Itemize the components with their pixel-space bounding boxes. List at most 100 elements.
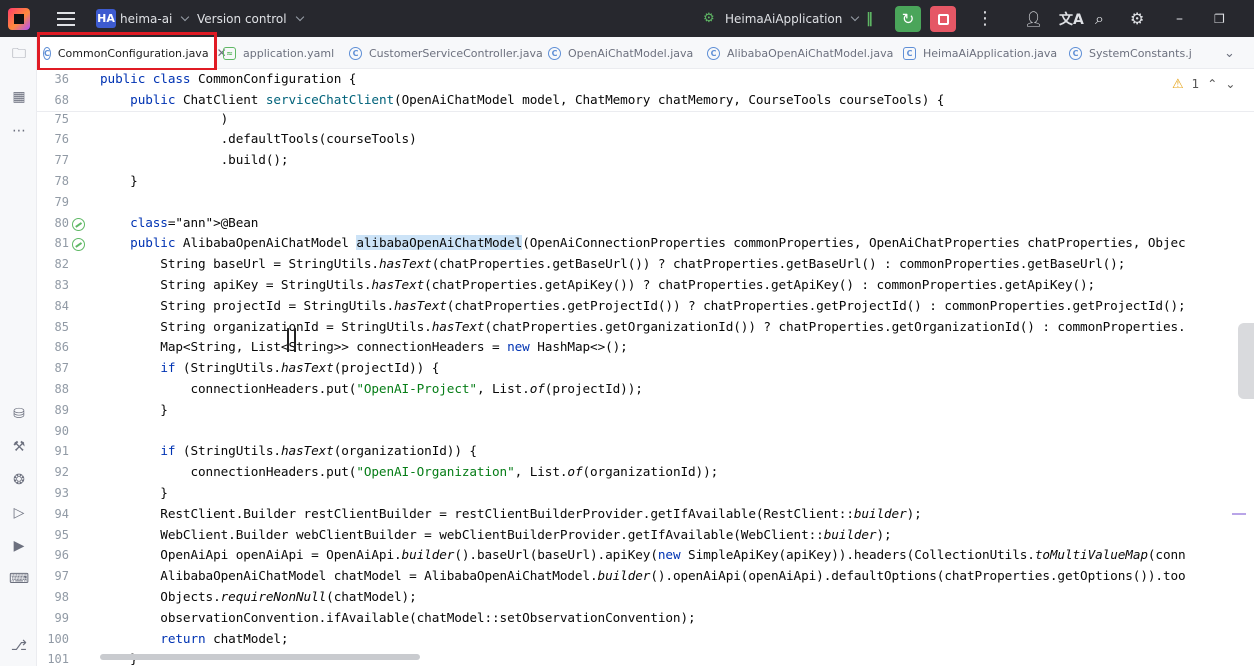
warning-icon: ⚠ (1172, 76, 1184, 92)
search-icon[interactable]: ⌕ (1095, 0, 1104, 37)
code-line: connectionHeaders.put("OpenAI-Organizati… (100, 464, 719, 480)
tab-label: SystemConstants.j (1089, 46, 1192, 60)
line-number: 100 (47, 631, 69, 646)
terminal-icon[interactable]: ⌨ (9, 569, 29, 589)
line-number: 82 (54, 257, 69, 272)
code-line: public ChatClient serviceChatClient(Open… (130, 92, 945, 107)
code-line: Objects.requireNonNull(chatModel); (100, 588, 417, 604)
structure-icon[interactable]: ▦ (9, 87, 29, 107)
tool-window-strip: 🗀︎ ▦ ⋯ ⛁ ⚒ ❂ ▷ ▶︎ ⌨ ⎇ (0, 37, 37, 666)
line-number: 85 (54, 319, 69, 334)
code-line: if (StringUtils.hasText(projectId)) { (160, 360, 440, 376)
code-line: if (StringUtils.hasText(organizationId))… (160, 443, 477, 459)
line-number: 75 (54, 111, 69, 126)
code-line: String projectId = StringUtils.hasText(c… (100, 297, 1186, 313)
line-number: 77 (54, 153, 69, 168)
code-line: } (100, 401, 168, 417)
more-actions-icon[interactable]: ⋮ (976, 0, 994, 37)
line-number: 36 (54, 72, 69, 86)
line-number: 68 (54, 93, 69, 107)
code-line: class="ann">@Bean (130, 214, 259, 230)
line-number: 97 (54, 569, 69, 584)
tab-label: application.yaml (243, 46, 335, 60)
tab-heima-ai-application[interactable]: C HeimaAiApplication.java (903, 37, 1057, 69)
bug-icon[interactable]: ❂ (9, 470, 29, 490)
line-number: 81 (54, 236, 69, 251)
line-number: 89 (54, 402, 69, 417)
line-number: 88 (54, 381, 69, 396)
sticky-scroll-header[interactable]: 36 public class CommonConfiguration { 68… (37, 70, 1254, 112)
java-class-icon: C (707, 46, 720, 60)
line-number: 84 (54, 298, 69, 313)
tab-list-chevron-icon[interactable]: ⌄ (1224, 37, 1235, 69)
project-badge[interactable]: HA (96, 9, 116, 28)
line-number: 98 (54, 589, 69, 604)
version-control-label: Version control (197, 11, 287, 26)
spring-run-config-icon: ⚙ (703, 11, 715, 26)
stop-button[interactable] (930, 6, 956, 32)
rerun-button[interactable]: ↻ (895, 6, 921, 32)
java-class-icon: C (548, 46, 561, 60)
tab-common-configuration[interactable]: C CommonConfiguration.java ✕ (37, 37, 227, 69)
code-line: } (100, 172, 138, 188)
build-hammer-icon[interactable]: ⚒ (9, 437, 29, 457)
tab-alibaba-openai-chat-model[interactable]: C AlibabaOpenAiChatModel.java (707, 37, 893, 69)
run-icon[interactable]: ▶︎ (9, 536, 29, 556)
code-line: WebClient.Builder webClientBuilder = web… (100, 526, 892, 542)
code-line: public AlibabaOpenAiChatModel alibabaOpe… (130, 235, 1186, 251)
code-line: String organizationId = StringUtils.hasT… (100, 318, 1186, 334)
project-name-label: heima-ai (120, 11, 173, 26)
scrollbar-handle[interactable] (1238, 323, 1254, 399)
minimize-window-icon[interactable]: – (1176, 0, 1183, 37)
restore-window-icon[interactable]: ❐ (1214, 0, 1225, 37)
chevron-down-icon (295, 12, 304, 21)
tab-system-constants[interactable]: C SystemConstants.j (1069, 37, 1192, 69)
warning-count: 1 (1191, 77, 1200, 91)
horizontal-scrollbar[interactable] (100, 654, 420, 660)
translate-icon[interactable]: 文A (1059, 0, 1084, 37)
text-cursor-icon (287, 328, 296, 352)
code-with-me-icon[interactable]: 👤︎ (1024, 0, 1043, 37)
next-highlight-icon[interactable]: ⌄ (1225, 77, 1235, 91)
chevron-down-icon (851, 12, 860, 21)
tab-label: HeimaAiApplication.java (923, 46, 1058, 60)
git-branch-icon[interactable]: ⎇ (9, 636, 29, 656)
java-class-icon: C (349, 46, 362, 60)
code-line: .defaultTools(courseTools) (100, 131, 417, 147)
version-control-menu[interactable]: Version control (197, 0, 304, 37)
spring-bean-gutter-icon[interactable] (72, 217, 85, 231)
main-menu-icon[interactable] (56, 0, 76, 37)
tab-label: CommonConfiguration.java (57, 46, 209, 60)
yaml-icon: ≈ (223, 46, 236, 60)
run-configuration-label: HeimaAiApplication (725, 11, 843, 26)
debug-icon[interactable]: ‖ (866, 0, 873, 37)
intellij-logo-icon[interactable] (8, 8, 30, 30)
chevron-down-icon (181, 12, 190, 21)
line-number: 83 (54, 277, 69, 292)
code-line: OpenAiApi openAiApi = OpenAiApi.builder(… (100, 547, 1186, 563)
run-configuration-selector[interactable]: HeimaAiApplication (725, 0, 860, 37)
settings-gear-icon[interactable]: ⚙ (1130, 0, 1144, 37)
spring-app-icon: C (903, 46, 916, 60)
line-number: 91 (54, 444, 69, 459)
line-number: 93 (54, 485, 69, 500)
services-icon[interactable]: ▷ (9, 503, 29, 523)
code-line: observationConvention.ifAvailable(chatMo… (100, 609, 696, 625)
tab-label: AlibabaOpenAiChatModel.java (727, 46, 894, 60)
code-line: connectionHeaders.put("OpenAI-Project", … (100, 380, 643, 396)
project-switcher[interactable]: heima-ai (120, 0, 190, 37)
tab-customer-service-controller[interactable]: C CustomerServiceController.java (349, 37, 543, 69)
project-folder-icon[interactable]: 🗀︎ (9, 45, 29, 65)
inspection-widget[interactable]: ⚠ 1 ⌃ ⌄ (1172, 75, 1235, 93)
code-editor[interactable]: 36 public class CommonConfiguration { 68… (37, 70, 1254, 666)
spring-bean-gutter-icon[interactable] (72, 238, 85, 252)
database-icon[interactable]: ⛁ (9, 404, 29, 424)
line-number: 92 (54, 465, 69, 480)
more-tools-icon[interactable]: ⋯ (9, 121, 29, 141)
tab-application-yaml[interactable]: ≈ application.yaml (223, 37, 334, 69)
code-line: public class CommonConfiguration { (100, 71, 357, 86)
java-class-icon: C (43, 46, 51, 60)
previous-highlight-icon[interactable]: ⌃ (1207, 77, 1217, 91)
tab-openai-chat-model[interactable]: C OpenAiChatModel.java (548, 37, 693, 69)
scrollbar-marker (1232, 513, 1246, 515)
